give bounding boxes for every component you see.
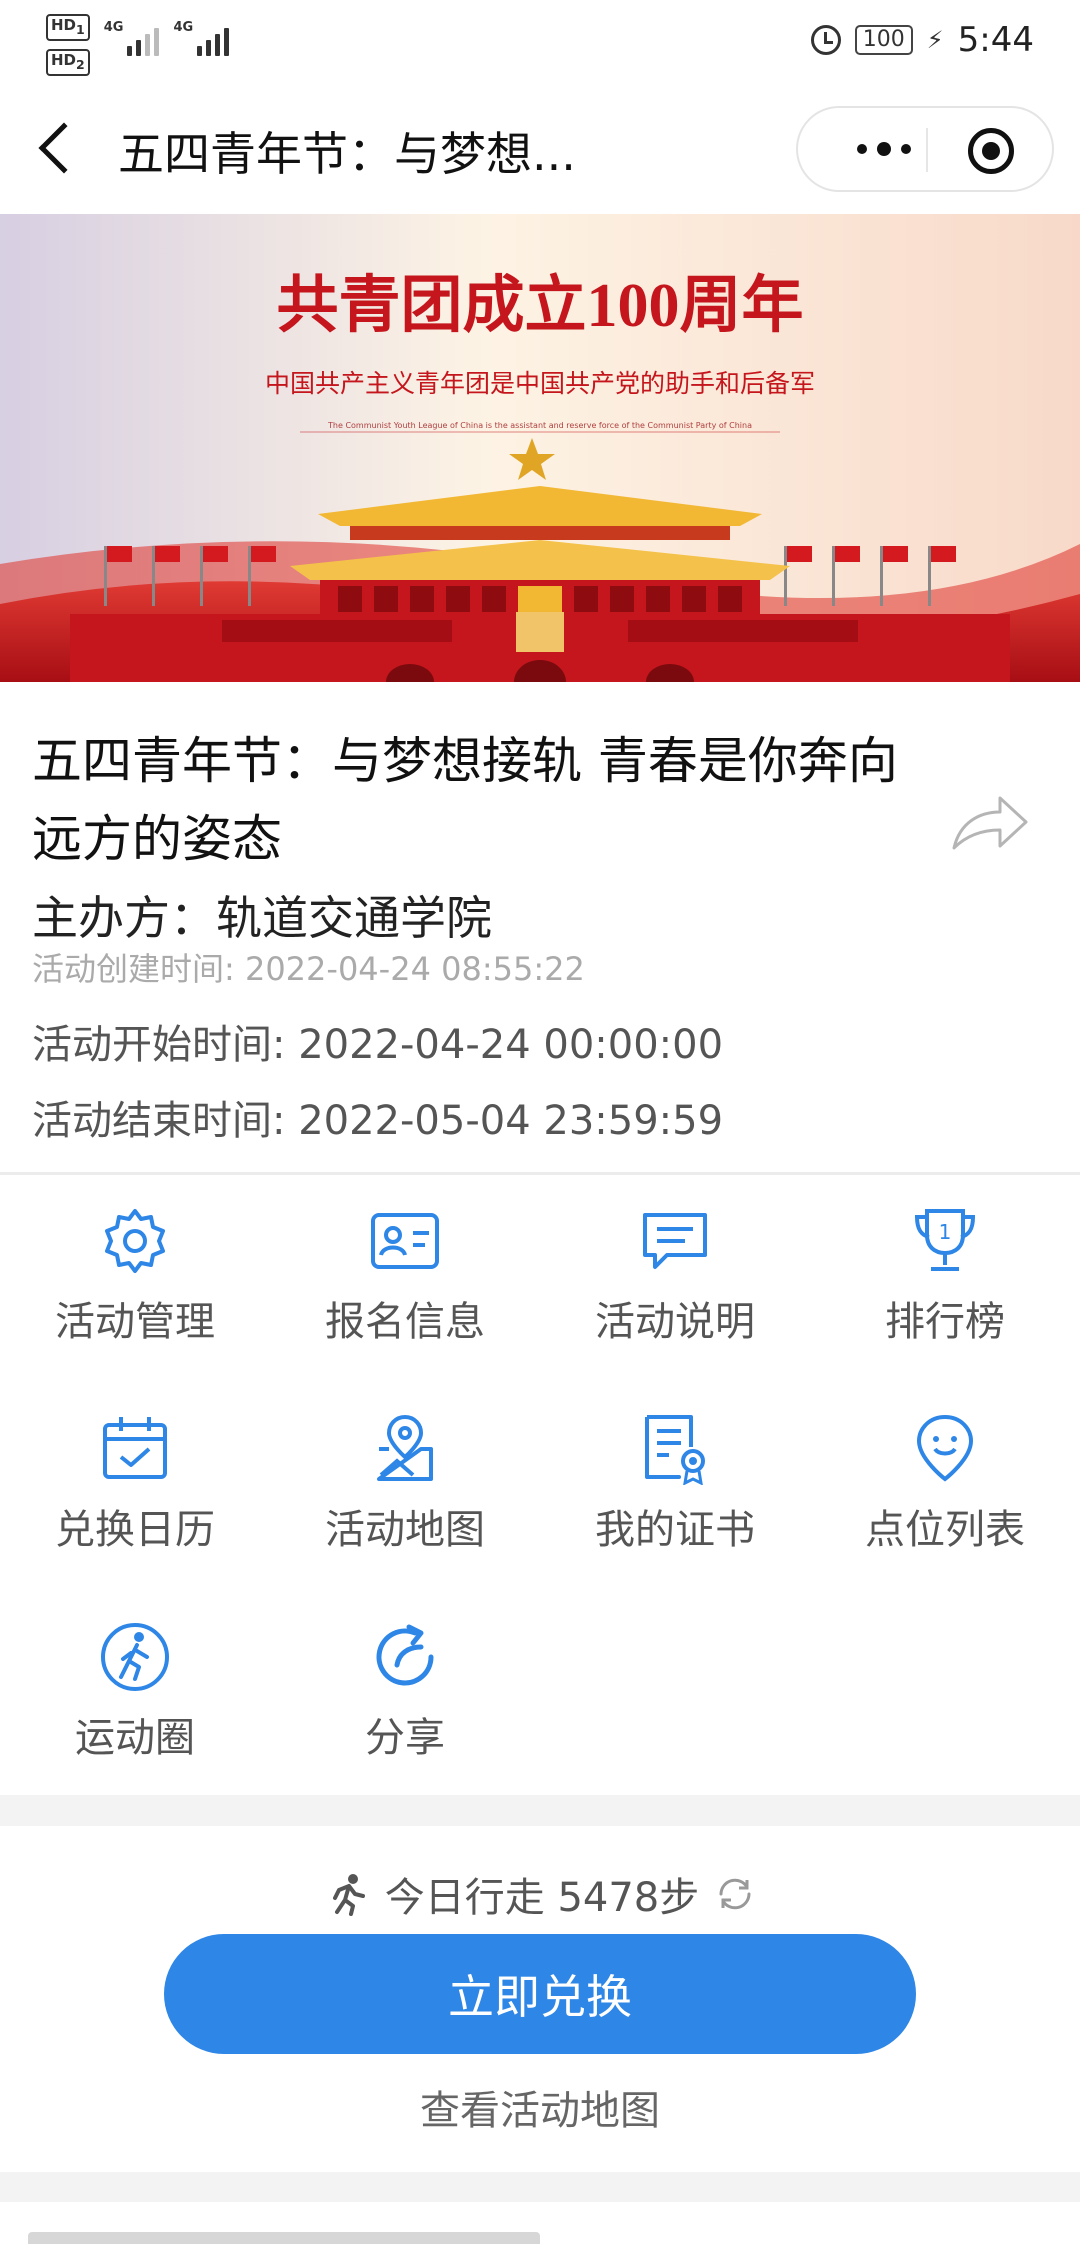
menu-item-label: 点位列表 (865, 1507, 1025, 1553)
gear-icon (105, 1209, 165, 1273)
alarm-icon (810, 25, 841, 55)
created-time: 活动创建时间: 2022-04-24 08:55:22 (32, 950, 585, 988)
menu-item-label: 我的证书 (595, 1507, 755, 1553)
menu-item-label: 排行榜 (885, 1299, 1005, 1345)
function-grid: 活动管理 报名信息 活动说明 1 排行榜 兑换日历 活动地图 我的证书 点位列表… (0, 1175, 1080, 1795)
banner-image: 共青团成立100周年 中国共产主义青年团是中国共产党的助手和后备军 The Co… (0, 214, 1080, 682)
page: HD1 HD2 4G 4G 100 ⚡ 5:44 五四青年节：与梦想... 共青… (0, 0, 1080, 2244)
activity-title: 五四青年节：与梦想接轨 青春是你奔向远方的姿态 (32, 732, 898, 868)
share-refresh-icon (376, 1624, 434, 1686)
menu-item-registration-info[interactable]: 报名信息 (270, 1175, 540, 1375)
menu-item-activity-description[interactable]: 活动说明 (540, 1175, 810, 1375)
network1-label: 4G (103, 20, 124, 35)
menu-item-label: 运动圈 (75, 1715, 195, 1761)
signal-bar (224, 28, 230, 56)
menu-item-label: 活动说明 (595, 1299, 755, 1345)
walking-circle-icon (101, 1623, 169, 1691)
start-time: 活动开始时间: 2022-04-24 00:00:00 (32, 1022, 724, 1068)
certificate-icon (645, 1415, 705, 1485)
activity-banner: 共青团成立100周年 中国共产主义青年团是中国共产党的助手和后备军 The Co… (0, 214, 1080, 682)
id-card-icon (371, 1213, 439, 1269)
steps-card: 今日行走 5478步 立即兑换 查看活动地图 (0, 1826, 1080, 2172)
dot (901, 144, 911, 154)
running-icon (332, 1874, 365, 1916)
status-bar: HD1 HD2 4G 4G 100 ⚡ 5:44 (0, 0, 1080, 84)
redeem-now-button[interactable]: 立即兑换 (164, 1934, 916, 2054)
menu-item-redeem-calendar[interactable]: 兑换日历 (0, 1383, 270, 1583)
sim1-label: HD (51, 16, 77, 34)
calendar-check-icon (103, 1417, 167, 1479)
signal-2-icon: 4G (173, 14, 230, 56)
network2-label: 4G (173, 20, 194, 35)
dot (857, 144, 867, 154)
next-card (0, 2202, 1080, 2244)
signal-bar (136, 40, 142, 56)
banner-headline: 共青团成立100周年 (276, 271, 803, 340)
sim2-badge: HD2 (46, 49, 90, 76)
nav-bar: 五四青年节：与梦想... (0, 84, 1080, 214)
signal-bar (145, 34, 151, 56)
back-icon[interactable] (38, 122, 90, 174)
more-dots-icon[interactable] (842, 108, 926, 190)
menu-item-share[interactable]: 分享 (270, 1591, 540, 1791)
next-card-thumbnail (28, 2232, 540, 2244)
signal-1-icon: 4G (104, 14, 160, 56)
banner-english: The Communist Youth League of China is t… (327, 421, 752, 430)
map-pin-icon (377, 1414, 433, 1481)
banner-subline: 中国共产主义青年团是中国共产党的助手和后备军 (265, 369, 815, 398)
status-left: HD1 HD2 4G 4G (46, 14, 230, 76)
clock: 5:44 (957, 20, 1034, 60)
charging-icon: ⚡ (926, 26, 944, 54)
sim-badges: HD1 HD2 (46, 14, 90, 76)
refresh-icon[interactable] (715, 1874, 755, 1914)
menu-item-label: 活动管理 (55, 1299, 215, 1345)
menu-item-label: 活动地图 (325, 1507, 485, 1553)
steps-text: 今日行走 5478步 (384, 1875, 700, 1921)
menu-item-label: 分享 (365, 1715, 445, 1761)
menu-item-label: 报名信息 (325, 1299, 485, 1345)
signal-bar (127, 46, 133, 56)
status-right: 100 ⚡ 5:44 (810, 20, 1034, 60)
organizer: 主办方：轨道交通学院 (32, 891, 492, 945)
nav-title: 五四青年节：与梦想... (118, 127, 576, 181)
signal-bar (206, 40, 212, 56)
sim1-badge: HD1 (46, 14, 90, 41)
menu-item-leaderboard[interactable]: 1 排行榜 (810, 1175, 1080, 1375)
sim1-sub: 1 (76, 22, 85, 37)
sim2-sub: 2 (76, 57, 85, 72)
menu-item-activity-management[interactable]: 活动管理 (0, 1175, 270, 1375)
trophy-icon: 1 (914, 1209, 976, 1271)
mini-program-capsule (796, 106, 1054, 192)
steps-row: 今日行走 5478步 (0, 1864, 1080, 1924)
activity-info: 五四青年节：与梦想接轨 青春是你奔向远方的姿态 主办方：轨道交通学院 活动创建时… (0, 682, 1080, 1172)
capsule-divider (926, 128, 928, 172)
sim2-label: HD (51, 51, 77, 69)
share-arrow-icon[interactable] (950, 794, 1030, 854)
menu-item-label: 兑换日历 (55, 1507, 215, 1553)
menu-item-activity-map[interactable]: 活动地图 (270, 1383, 540, 1583)
svg-text:1: 1 (939, 1220, 952, 1244)
signal-bar (154, 28, 160, 56)
signal-bar (215, 34, 221, 56)
end-time: 活动结束时间: 2022-05-04 23:59:59 (32, 1098, 724, 1144)
dot (877, 142, 891, 156)
signal-bar (197, 46, 203, 56)
view-activity-map-link[interactable]: 查看活动地图 (0, 2078, 1080, 2136)
message-icon (643, 1213, 707, 1269)
battery-level: 100 (862, 27, 905, 52)
target-icon[interactable] (968, 128, 1014, 174)
menu-item-point-list[interactable]: 点位列表 (810, 1383, 1080, 1583)
menu-item-sports-circle[interactable]: 运动圈 (0, 1591, 270, 1791)
menu-item-my-certificate[interactable]: 我的证书 (540, 1383, 810, 1583)
battery-icon: 100 (854, 25, 913, 55)
location-smile-icon (916, 1414, 974, 1482)
